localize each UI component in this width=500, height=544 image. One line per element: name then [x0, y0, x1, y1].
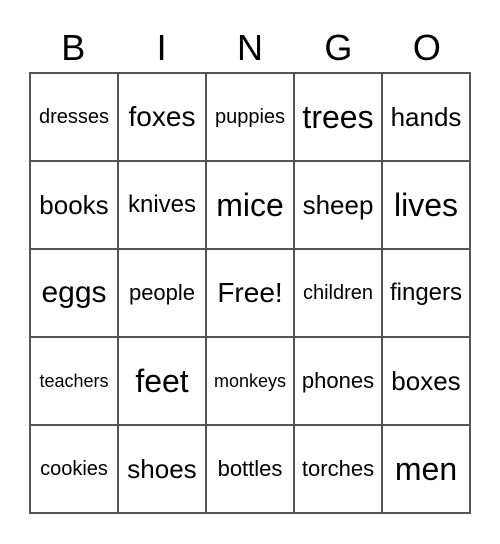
bingo-cell[interactable]: bottles: [206, 425, 294, 513]
header-letter-o: O: [412, 27, 441, 68]
bingo-grid: dresses foxes puppies trees hands books …: [29, 72, 471, 514]
bingo-cell[interactable]: mice: [206, 161, 294, 249]
bingo-cell[interactable]: eggs: [30, 249, 118, 337]
bingo-cell[interactable]: cookies: [30, 425, 118, 513]
bingo-header: B I N G O: [29, 24, 471, 72]
bingo-cell[interactable]: knives: [118, 161, 206, 249]
header-letter-n: N: [237, 27, 264, 68]
bingo-cell[interactable]: men: [382, 425, 470, 513]
bingo-cell[interactable]: feet: [118, 337, 206, 425]
bingo-cell[interactable]: teachers: [30, 337, 118, 425]
bingo-cell[interactable]: puppies: [206, 73, 294, 161]
bingo-cell[interactable]: torches: [294, 425, 382, 513]
bingo-cell[interactable]: boxes: [382, 337, 470, 425]
free-space-cell[interactable]: Free!: [206, 249, 294, 337]
bingo-cell[interactable]: phones: [294, 337, 382, 425]
bingo-cell[interactable]: foxes: [118, 73, 206, 161]
bingo-cell[interactable]: lives: [382, 161, 470, 249]
bingo-cell[interactable]: trees: [294, 73, 382, 161]
bingo-cell[interactable]: fingers: [382, 249, 470, 337]
bingo-cell[interactable]: sheep: [294, 161, 382, 249]
bingo-cell[interactable]: hands: [382, 73, 470, 161]
header-letter-b: B: [61, 27, 86, 68]
bingo-cell[interactable]: shoes: [118, 425, 206, 513]
bingo-cell[interactable]: children: [294, 249, 382, 337]
bingo-cell[interactable]: monkeys: [206, 337, 294, 425]
header-letter-i: I: [156, 27, 167, 68]
header-letter-g: G: [324, 27, 353, 68]
bingo-cell[interactable]: people: [118, 249, 206, 337]
bingo-cell[interactable]: books: [30, 161, 118, 249]
bingo-cell[interactable]: dresses: [30, 73, 118, 161]
